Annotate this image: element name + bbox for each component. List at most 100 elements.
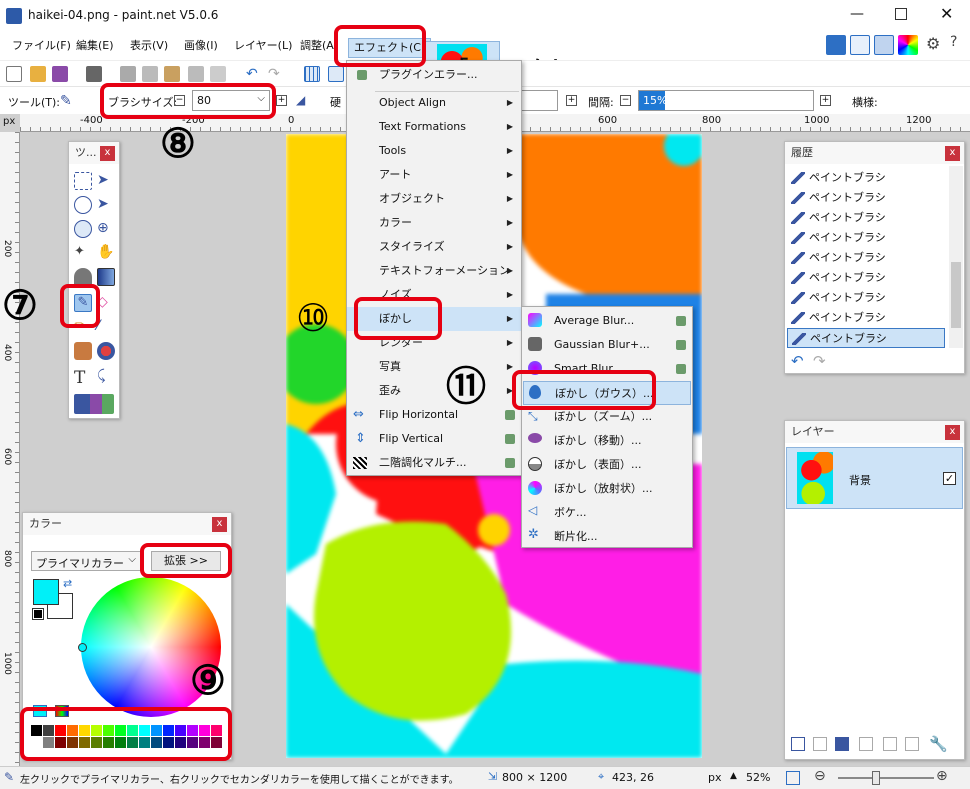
history-item[interactable]: ペイントブラシ	[787, 248, 945, 268]
effects-item-photo[interactable]: 写真 ▶	[347, 355, 521, 379]
effects-item-object[interactable]: オブジェクト ▶	[347, 187, 521, 211]
effects-item-flip-horizontal[interactable]: Flip Horizontal	[347, 403, 521, 427]
clone-stamp-tool-icon[interactable]	[74, 342, 92, 360]
menu-view[interactable]: 表示(V)	[130, 36, 168, 56]
undo-icon[interactable]: ↶	[246, 66, 262, 82]
hardness-increase[interactable]: +	[566, 95, 577, 106]
history-scrollbar[interactable]	[949, 166, 963, 348]
pan-tool-icon[interactable]: ✋	[97, 244, 115, 262]
zoom-out-icon[interactable]: ⊖	[814, 768, 826, 784]
history-item-selected[interactable]: ペイントブラシ	[787, 328, 945, 348]
print-icon[interactable]	[86, 66, 102, 82]
effects-item-text-formations[interactable]: Text Formations ▶	[347, 115, 521, 139]
effects-item-text-formation-jp[interactable]: テキストフォーメーション ▶	[347, 259, 521, 283]
history-window-icon[interactable]	[850, 35, 870, 55]
history-item[interactable]: ペイントブラシ	[787, 188, 945, 208]
effects-item-distort[interactable]: 歪み ▶	[347, 379, 521, 403]
copy-icon[interactable]	[142, 66, 158, 82]
move-selected-tool-icon[interactable]: ➤	[97, 196, 115, 214]
gradient-tool-icon[interactable]	[97, 268, 115, 286]
scrollbar-thumb[interactable]	[951, 262, 961, 328]
move-up-layer-icon[interactable]	[883, 737, 897, 751]
lasso-tool-icon[interactable]	[74, 196, 92, 214]
move-selection-tool-icon[interactable]: ➤	[97, 172, 115, 190]
spacing-slider[interactable]: 15%	[638, 90, 814, 111]
unit-dropdown-icon[interactable]: ▲	[730, 771, 737, 781]
cut-icon[interactable]	[120, 66, 136, 82]
close-button[interactable]: ✕	[940, 4, 953, 23]
spacing-decrease[interactable]: −	[620, 95, 631, 106]
merge-layer-icon[interactable]	[859, 737, 873, 751]
layer-row[interactable]: 背景 ✓	[786, 447, 963, 509]
blur-item-average[interactable]: Average Blur...	[522, 309, 692, 333]
effects-item-tools[interactable]: Tools ▶	[347, 139, 521, 163]
zoom-in-icon[interactable]: ⊕	[936, 768, 948, 784]
history-item[interactable]: ペイントブラシ	[787, 228, 945, 248]
zoom-tool-icon[interactable]: ⊕	[97, 220, 115, 238]
swap-colors-icon[interactable]: ⇄	[63, 577, 72, 590]
blur-item-bokeh[interactable]: ボケ...	[522, 501, 692, 525]
delete-layer-icon[interactable]	[813, 737, 827, 751]
primary-color-swatch[interactable]	[33, 579, 59, 605]
crop-icon[interactable]	[188, 66, 204, 82]
menu-image[interactable]: 画像(I)	[184, 36, 218, 56]
history-item[interactable]: ペイントブラシ	[787, 268, 945, 288]
history-redo-icon[interactable]: ↷	[813, 352, 826, 370]
recolor-tool-icon[interactable]	[97, 342, 115, 360]
layer-visibility-checkbox[interactable]: ✓	[943, 472, 956, 485]
blur-item-gaussian-plus[interactable]: Gaussian Blur+...	[522, 333, 692, 357]
history-item[interactable]: ペイントブラシ	[787, 168, 945, 188]
help-icon[interactable]: ?	[950, 34, 957, 50]
effects-item-posterize-multi[interactable]: 二階調化マルチ...	[347, 451, 521, 475]
zoom-slider[interactable]	[838, 771, 934, 785]
history-item[interactable]: ペイントブラシ	[787, 288, 945, 308]
blur-item-radial[interactable]: ぼかし（放射状）...	[522, 477, 692, 501]
ruler-toggle-icon[interactable]	[328, 66, 344, 82]
layers-window-icon[interactable]	[874, 35, 894, 55]
layers-panel-close[interactable]: x	[945, 425, 960, 440]
zoom-slider-thumb[interactable]	[872, 771, 880, 785]
menu-layer[interactable]: レイヤー(L)	[234, 36, 292, 56]
effects-item-art[interactable]: アート ▶	[347, 163, 521, 187]
redo-icon[interactable]: ↷	[268, 66, 284, 82]
move-down-layer-icon[interactable]	[905, 737, 919, 751]
zoom-value[interactable]: 52%	[746, 771, 770, 784]
text-tool-icon[interactable]: T	[74, 368, 92, 388]
paste-icon[interactable]	[164, 66, 180, 82]
colors-window-icon[interactable]	[898, 35, 918, 55]
menu-file[interactable]: ファイル(F)	[12, 36, 71, 56]
blur-item-fragment[interactable]: 断片化...	[522, 525, 692, 549]
open-folder-icon[interactable]	[30, 66, 46, 82]
colors-panel-close[interactable]: x	[212, 517, 227, 532]
history-panel-close[interactable]: x	[945, 146, 960, 161]
layer-properties-icon[interactable]: 🔧	[929, 735, 948, 753]
add-layer-icon[interactable]	[791, 737, 805, 751]
hardness-field[interactable]	[520, 90, 558, 111]
duplicate-layer-icon[interactable]	[835, 737, 849, 751]
history-item[interactable]: ペイントブラシ	[787, 308, 945, 328]
spacing-increase[interactable]: +	[820, 95, 831, 106]
rect-select-tool-icon[interactable]	[74, 172, 92, 190]
unit-selector[interactable]: px	[708, 771, 722, 784]
grid-icon[interactable]	[304, 66, 320, 82]
line-curve-tool-icon[interactable]: ⤹	[97, 368, 115, 386]
antialias-icon[interactable]: ◢	[296, 93, 305, 107]
history-item[interactable]: ペイントブラシ	[787, 208, 945, 228]
paintbrush-icon[interactable]: ✎	[60, 93, 72, 109]
save-icon[interactable]	[52, 66, 68, 82]
blur-item-motion[interactable]: ぼかし（移動）...	[522, 429, 692, 453]
zoom-fit-icon[interactable]	[786, 771, 800, 785]
menu-adjust[interactable]: 調整(A)	[300, 36, 338, 56]
settings-gear-icon[interactable]: ⚙	[926, 34, 940, 53]
shapes-tool-icon[interactable]	[74, 394, 114, 414]
effects-item-flip-vertical[interactable]: Flip Vertical	[347, 427, 521, 451]
history-undo-icon[interactable]: ↶	[791, 352, 804, 370]
brush-size-increase[interactable]: +	[276, 95, 287, 106]
tools-window-icon[interactable]	[826, 35, 846, 55]
minimize-button[interactable]: —	[850, 6, 864, 22]
color-wheel-handle[interactable]	[78, 643, 87, 652]
menu-edit[interactable]: 編集(E)	[76, 36, 114, 56]
effects-item-object-align[interactable]: Object Align ▶	[347, 91, 521, 115]
primary-color-select[interactable]: プライマリカラー ⌵	[31, 551, 141, 571]
magic-wand-tool-icon[interactable]: ✦	[74, 244, 92, 262]
